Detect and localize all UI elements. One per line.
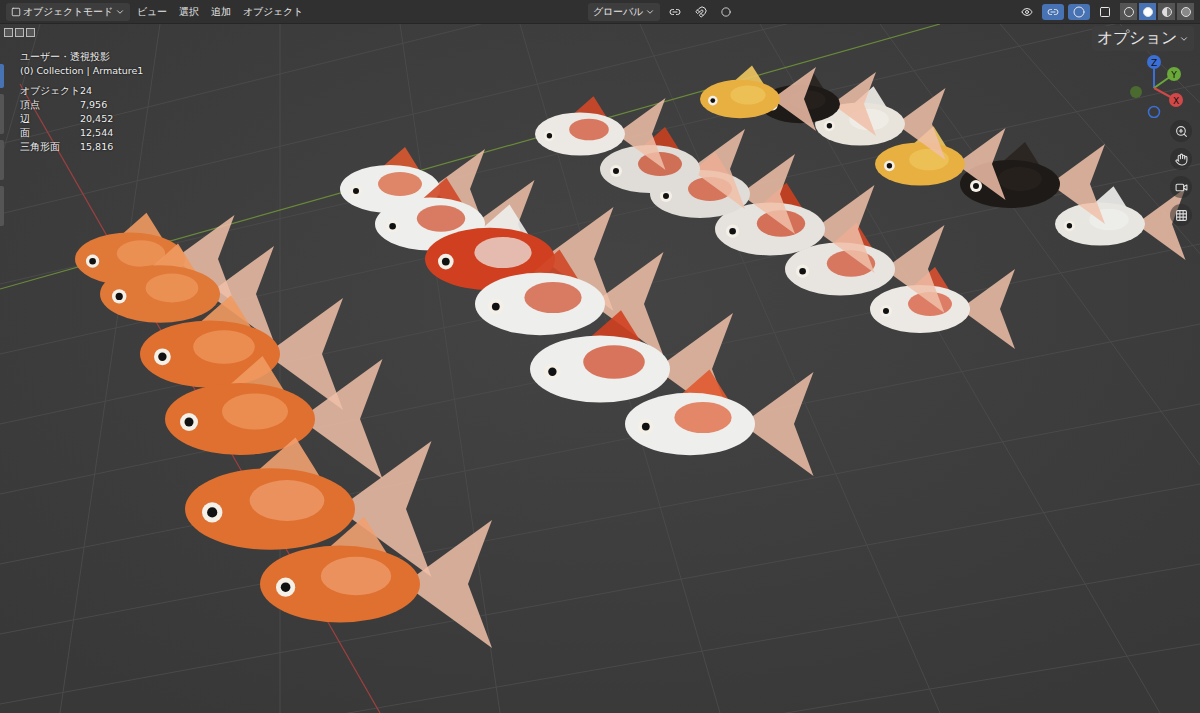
viewport-scene[interactable] (0, 24, 1200, 713)
tool-marker[interactable] (0, 94, 4, 134)
chevron-icon (115, 7, 125, 17)
stat-value: 15,816 (80, 140, 143, 154)
goldfish-model[interactable] (165, 356, 383, 479)
floor-grid (0, 24, 1200, 713)
ortho-button[interactable] (1170, 204, 1192, 226)
overlays-icon (1073, 6, 1085, 18)
stat-label: 三角形面 (20, 140, 80, 154)
zoom-button[interactable] (1170, 120, 1192, 142)
stat-value: 7,956 (80, 98, 143, 112)
hand-icon (1175, 153, 1188, 166)
tool-marker[interactable] (0, 140, 4, 180)
viewport-toggle[interactable] (1068, 4, 1090, 20)
navigation-gizmo[interactable]: Z Y X (1122, 52, 1192, 118)
chevron-icon (1179, 34, 1189, 44)
stat-label: 辺 (20, 112, 80, 126)
view-name: ユーザー・透視投影 (20, 50, 143, 64)
snap-button[interactable] (690, 4, 712, 20)
active-tool-marker[interactable] (0, 64, 4, 88)
stat-label: 頂点 (20, 98, 80, 112)
grid-icon (1175, 209, 1188, 222)
stat-value: 12,544 (80, 126, 143, 140)
axis-label: X (1173, 96, 1179, 106)
pivot-button[interactable] (664, 4, 686, 20)
stat-value: 24 (80, 84, 143, 98)
transform-orientation[interactable]: グローバル (588, 3, 660, 21)
pivot-icon (669, 6, 681, 18)
viewport-info: ユーザー・透視投影(0) Collection | Armature1 オブジェク… (20, 50, 143, 154)
camera-button[interactable] (1170, 176, 1192, 198)
stat-label: オブジェクト (20, 84, 80, 98)
select-subtract-icon[interactable] (26, 28, 35, 37)
proportional-button[interactable] (716, 5, 736, 19)
chevron-icon (645, 7, 655, 17)
toolbar-strip (0, 64, 6, 364)
goldfish-model[interactable] (535, 96, 666, 170)
tool-marker[interactable] (0, 186, 4, 226)
header-menu[interactable]: 追加 (206, 3, 236, 21)
goldfish-model[interactable] (700, 65, 816, 131)
blender-window: オブジェクトモードビュー選択追加オブジェクトグローバルユーザー・透視投影(0) … (0, 0, 1200, 713)
stats: オブジェクト24頂点7,956辺20,452面12,544三角形面15,816 (20, 84, 143, 154)
solid-icon (1143, 7, 1153, 17)
options-dropdown[interactable]: オプション (1092, 26, 1194, 51)
shading-button[interactable] (1158, 3, 1175, 20)
shading-button[interactable] (1120, 3, 1137, 20)
visibility-icon (1021, 6, 1033, 18)
goldfish-model[interactable] (625, 369, 814, 476)
pan-button[interactable] (1170, 148, 1192, 170)
rendered-icon (1181, 7, 1191, 17)
snap-icon (695, 6, 707, 18)
camera-icon (1175, 181, 1188, 194)
material-icon (1162, 7, 1172, 17)
3d-viewport[interactable]: ユーザー・透視投影(0) Collection | Armature1 オブジェク… (0, 24, 1200, 713)
navigation-buttons (1170, 120, 1192, 226)
collection-label: (0) Collection | Armature1 (20, 64, 143, 78)
proportional-icon (721, 7, 731, 17)
select-box-icon[interactable] (4, 28, 13, 37)
viewport-toggle[interactable] (1042, 4, 1064, 20)
shading-button[interactable] (1139, 3, 1156, 20)
viewport-header: オブジェクトモードビュー選択追加オブジェクト グローバル (0, 0, 1200, 24)
object-mode-icon (11, 7, 21, 17)
goldfish-model[interactable] (260, 517, 492, 648)
axis-label: Y (1170, 70, 1177, 80)
wireframe-icon (1124, 7, 1134, 17)
viewport-toggle[interactable] (1094, 4, 1116, 20)
gizmos-icon (1047, 6, 1059, 18)
mode-dropdown[interactable]: オブジェクトモード (6, 3, 130, 21)
header-menu[interactable]: オブジェクト (238, 3, 308, 21)
select-mode-buttons (4, 28, 35, 37)
axis-label: Z (1151, 58, 1157, 68)
zoom-icon (1175, 125, 1188, 138)
select-extend-icon[interactable] (15, 28, 24, 37)
header-menu[interactable]: ビュー (132, 3, 172, 21)
xray-icon (1099, 6, 1111, 18)
shading-button[interactable] (1177, 3, 1194, 20)
stat-value: 20,452 (80, 112, 143, 126)
header-menu[interactable]: 選択 (174, 3, 204, 21)
stat-label: 面 (20, 126, 80, 140)
viewport-toggle[interactable] (1016, 4, 1038, 20)
